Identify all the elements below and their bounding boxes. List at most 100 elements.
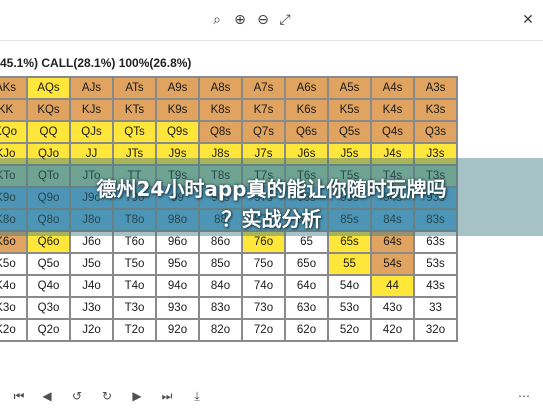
hand-cell: K4s: [370, 98, 415, 122]
hand-cell: 95o: [155, 252, 200, 276]
hand-cell: KTs: [112, 98, 157, 122]
hand-cell: 32o: [413, 318, 458, 342]
hand-cell: 53s: [413, 252, 458, 276]
hand-cell: 74o: [241, 274, 286, 298]
hand-cell: 54o: [327, 274, 372, 298]
viewer-toolbar: ⌕ ⊕ ⊖ ⤢ ✕: [0, 0, 543, 40]
hand-cell: K5s: [327, 98, 372, 122]
grid-row: K5oQ5oJ5oT5o95o85o75o65o5554s53s: [0, 252, 458, 276]
hand-cell: 83o: [198, 296, 243, 320]
hand-cell: 43s: [413, 274, 458, 298]
hand-cell: 65o: [284, 252, 329, 276]
hand-cell: QJs: [69, 120, 114, 144]
grid-row: KQoQQQJsQTsQ9sQ8sQ7sQ6sQ5sQ4sQ3s: [0, 120, 458, 144]
hand-cell: 75o: [241, 252, 286, 276]
hand-cell: K9s: [155, 98, 200, 122]
hand-cell: 43o: [370, 296, 415, 320]
hand-cell: QQ: [26, 120, 71, 144]
close-icon[interactable]: ✕: [519, 11, 537, 29]
range-header: 45.1%) CALL(28.1%) 100%(26.8%): [0, 56, 192, 70]
hand-cell: K6s: [284, 98, 329, 122]
hand-cell: Q4s: [370, 120, 415, 144]
hand-cell: K2o: [0, 318, 28, 342]
next-page-icon[interactable]: ▶: [128, 387, 146, 405]
hand-cell: 62o: [284, 318, 329, 342]
rotate-right-icon[interactable]: ↻: [98, 387, 116, 405]
hand-cell: 53o: [327, 296, 372, 320]
hand-cell: Q3o: [26, 296, 71, 320]
overlay-title-line1: 德州24小时app真的能让你随时玩牌吗: [96, 177, 447, 201]
hand-cell: J2o: [69, 318, 114, 342]
hand-cell: 55: [327, 252, 372, 276]
grid-row: KKKQsKJsKTsK9sK8sK7sK6sK5sK4sK3s: [0, 98, 458, 122]
hand-cell: AQs: [26, 76, 71, 100]
hand-cell: A8s: [198, 76, 243, 100]
hand-cell: 72o: [241, 318, 286, 342]
hand-cell: T2o: [112, 318, 157, 342]
hand-cell: Q8s: [198, 120, 243, 144]
prev-page-icon[interactable]: ◀: [38, 387, 56, 405]
hand-cell: 84o: [198, 274, 243, 298]
hand-cell: Q5o: [26, 252, 71, 276]
hand-cell: KQo: [0, 120, 28, 144]
hand-cell: 42o: [370, 318, 415, 342]
fullscreen-icon[interactable]: ⤢: [276, 11, 294, 29]
hand-cell: 52o: [327, 318, 372, 342]
hand-cell: Q4o: [26, 274, 71, 298]
last-page-icon[interactable]: ⏭: [158, 387, 176, 405]
hand-cell: A7s: [241, 76, 286, 100]
search-icon[interactable]: ⌕: [208, 11, 226, 29]
hand-cell: K8s: [198, 98, 243, 122]
zoom-out-icon[interactable]: ⊖: [254, 11, 272, 29]
rotate-left-icon[interactable]: ↺: [68, 387, 86, 405]
hand-cell: T3o: [112, 296, 157, 320]
hand-cell: KK: [0, 98, 28, 122]
hand-cell: 82o: [198, 318, 243, 342]
hand-cell: A6s: [284, 76, 329, 100]
hand-cell: K3s: [413, 98, 458, 122]
hand-cell: 93o: [155, 296, 200, 320]
more-icon[interactable]: ⋯: [515, 387, 533, 405]
hand-cell: 33: [413, 296, 458, 320]
download-icon[interactable]: ⤓: [188, 387, 206, 405]
hand-cell: KJs: [69, 98, 114, 122]
first-page-icon[interactable]: ⏮: [10, 387, 28, 405]
viewer-bottombar: ⏮ ◀ ↺ ↻ ▶ ⏭ ⤓ ⋯: [0, 384, 543, 408]
toolbar-divider: [0, 40, 543, 41]
hand-cell: 85o: [198, 252, 243, 276]
hand-cell: A4s: [370, 76, 415, 100]
overlay-title-line2: ？实战分析: [221, 207, 322, 231]
hand-cell: A3s: [413, 76, 458, 100]
hand-cell: J5o: [69, 252, 114, 276]
hand-cell: 64o: [284, 274, 329, 298]
hand-cell: QTs: [112, 120, 157, 144]
hand-cell: 54s: [370, 252, 415, 276]
hand-cell: 92o: [155, 318, 200, 342]
hand-cell: Q7s: [241, 120, 286, 144]
hand-cell: A5s: [327, 76, 372, 100]
hand-cell: Q2o: [26, 318, 71, 342]
hand-cell: Q9s: [155, 120, 200, 144]
hand-cell: K7s: [241, 98, 286, 122]
hand-cell: Q3s: [413, 120, 458, 144]
grid-row: K3oQ3oJ3oT3o93o83o73o63o53o43o33: [0, 296, 458, 320]
hand-cell: J3o: [69, 296, 114, 320]
grid-row: K2oQ2oJ2oT2o92o82o72o62o52o42o32o: [0, 318, 458, 342]
zoom-in-icon[interactable]: ⊕: [231, 11, 249, 29]
hand-cell: KQs: [26, 98, 71, 122]
hand-cell: Q5s: [327, 120, 372, 144]
grid-row: AKsAQsAJsATsA9sA8sA7sA6sA5sA4sA3s: [0, 76, 458, 100]
hand-cell: Q6s: [284, 120, 329, 144]
hand-cell: K5o: [0, 252, 28, 276]
hand-cell: T5o: [112, 252, 157, 276]
grid-row: K4oQ4oJ4oT4o94o84o74o64o54o4443s: [0, 274, 458, 298]
hand-cell: 94o: [155, 274, 200, 298]
hand-cell: AKs: [0, 76, 28, 100]
hand-cell: 73o: [241, 296, 286, 320]
hand-cell: K4o: [0, 274, 28, 298]
hand-cell: AJs: [69, 76, 114, 100]
hand-cell: J4o: [69, 274, 114, 298]
hand-cell: K3o: [0, 296, 28, 320]
hand-cell: ATs: [112, 76, 157, 100]
hand-cell: 44: [370, 274, 415, 298]
